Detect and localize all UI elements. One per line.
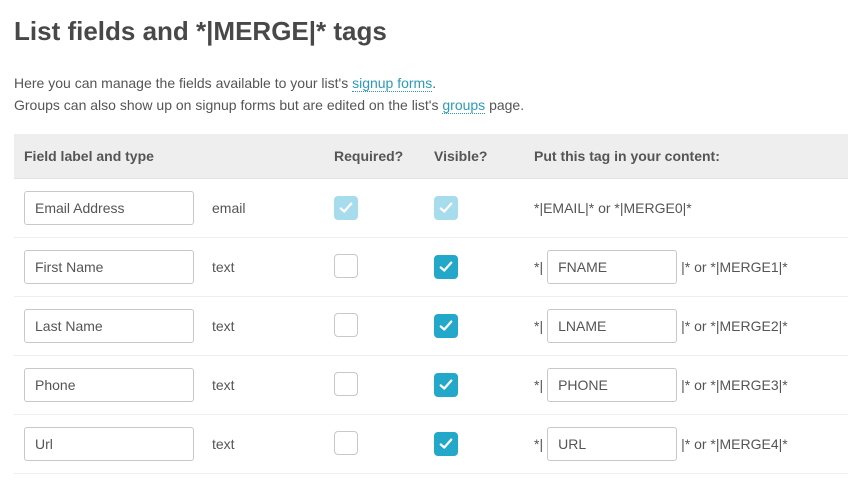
tag-or: or: [690, 259, 710, 275]
visible-checkbox[interactable]: [434, 314, 458, 338]
merge-suffix: *|MERGE4|*: [710, 436, 787, 452]
visible-checkbox[interactable]: [434, 432, 458, 456]
visible-checkbox: [434, 196, 458, 220]
header-visible: Visible?: [434, 148, 487, 164]
merge-suffix: *|MERGE2|*: [710, 318, 787, 334]
tag-or: or: [690, 377, 710, 393]
visible-checkbox[interactable]: [434, 373, 458, 397]
field-type-label: text: [212, 259, 235, 275]
tag-delim-open: *|: [534, 259, 543, 275]
signup-forms-link[interactable]: signup forms: [352, 75, 432, 92]
required-checkbox[interactable]: [334, 254, 358, 278]
tag-delim-open: *|: [534, 377, 543, 393]
merge-tag-input[interactable]: [547, 368, 677, 402]
tag-delim-close: |*: [681, 436, 690, 452]
tag-delim-open: *|: [534, 318, 543, 334]
intro-line2a: Groups can also show up on signup forms …: [14, 97, 442, 113]
field-label-input[interactable]: [24, 368, 194, 402]
table-row: email *|EMAIL|* or *|MERGE0|*: [14, 179, 848, 238]
intro-text: Here you can manage the fields available…: [14, 73, 848, 116]
visible-checkbox[interactable]: [434, 255, 458, 279]
table-row: text *| |* or *|MERGE1|*: [14, 238, 848, 297]
header-row: Field label and type Required? Visible? …: [14, 134, 848, 179]
merge-suffix: *|MERGE3|*: [710, 377, 787, 393]
field-label-input[interactable]: [24, 191, 194, 225]
tag-delim-close: |*: [681, 377, 690, 393]
table-row: text *| |* or *|MERGE3|*: [14, 356, 848, 415]
field-label-input[interactable]: [24, 309, 194, 343]
required-checkbox[interactable]: [334, 313, 358, 337]
fields-table: Field label and type Required? Visible? …: [14, 134, 848, 474]
field-label-input[interactable]: [24, 427, 194, 461]
field-type-label: text: [212, 318, 235, 334]
intro-line1b: .: [432, 75, 436, 91]
field-type-label: text: [212, 436, 235, 452]
intro-line1a: Here you can manage the fields available…: [14, 75, 352, 91]
tag-or: or: [690, 436, 710, 452]
intro-line2b: page.: [485, 97, 524, 113]
merge-tag-input[interactable]: [547, 250, 677, 284]
table-row: text *| |* or *|MERGE2|*: [14, 297, 848, 356]
tag-or: or: [690, 318, 710, 334]
field-type-label: email: [212, 200, 245, 216]
merge-tag-static: *|EMAIL|* or *|MERGE0|*: [534, 200, 692, 216]
required-checkbox[interactable]: [334, 431, 358, 455]
header-tag: Put this tag in your content:: [534, 148, 720, 164]
groups-link[interactable]: groups: [442, 97, 485, 114]
required-checkbox[interactable]: [334, 372, 358, 396]
required-checkbox: [334, 196, 358, 220]
tag-delim-close: |*: [681, 259, 690, 275]
tag-delim-open: *|: [534, 436, 543, 452]
field-type-label: text: [212, 377, 235, 393]
field-label-input[interactable]: [24, 250, 194, 284]
header-label: Field label and type: [24, 148, 154, 164]
merge-suffix: *|MERGE1|*: [710, 259, 787, 275]
page-title: List fields and *|MERGE|* tags: [14, 16, 848, 47]
merge-tag-input[interactable]: [547, 427, 677, 461]
merge-tag-input[interactable]: [547, 309, 677, 343]
tag-delim-close: |*: [681, 318, 690, 334]
table-row: text *| |* or *|MERGE4|*: [14, 415, 848, 474]
header-required: Required?: [334, 148, 403, 164]
